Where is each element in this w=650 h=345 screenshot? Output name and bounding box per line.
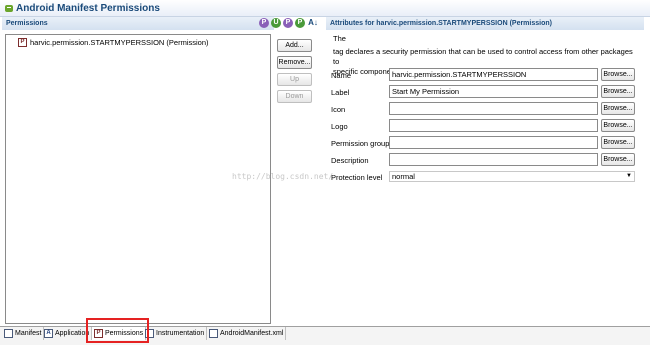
tab-instrumentation[interactable]: Instrumentation bbox=[143, 327, 208, 340]
logo-browse-button[interactable]: Browse... bbox=[601, 119, 635, 132]
remove-button[interactable]: Remove... bbox=[277, 56, 312, 69]
tab-application[interactable]: A Application bbox=[42, 327, 93, 340]
label-label: Label bbox=[331, 88, 350, 97]
tree-item[interactable]: P harvic.permission.STARTMYPERSSION (Per… bbox=[18, 38, 209, 47]
tab-label: Application bbox=[55, 330, 90, 337]
permission-icon: P bbox=[18, 38, 27, 47]
attributes-section-header: Attributes for harvic.permission.STARTMY… bbox=[326, 17, 644, 30]
icon-field[interactable] bbox=[389, 102, 598, 115]
watermark: http://blog.csdn.net/ bbox=[232, 172, 334, 181]
name-browse-button[interactable]: Browse... bbox=[601, 68, 635, 81]
name-field[interactable]: harvic.permission.STARTMYPERSSION bbox=[389, 68, 598, 81]
permission-group-label: Permission group bbox=[331, 139, 390, 148]
label-field[interactable]: Start My Permission bbox=[389, 85, 598, 98]
description-label: Description bbox=[331, 156, 369, 165]
permissions-section-title: Permissions bbox=[6, 20, 48, 27]
manifest-icon bbox=[4, 329, 13, 338]
description-line-1: The bbox=[333, 34, 346, 43]
sort-alphabetical-icon[interactable]: A↓ bbox=[307, 18, 319, 28]
protection-level-value: normal bbox=[392, 172, 415, 181]
xml-file-icon bbox=[209, 329, 218, 338]
filter-uses-permission-icon[interactable]: U bbox=[271, 18, 281, 28]
editor-header: Android Manifest Permissions bbox=[0, 0, 650, 17]
highlight-box bbox=[86, 318, 149, 343]
logo-field[interactable] bbox=[389, 119, 598, 132]
filter-permission-tree-icon[interactable]: P bbox=[295, 18, 305, 28]
logo-label: Logo bbox=[331, 122, 348, 131]
filter-permission-icon[interactable]: P bbox=[259, 18, 269, 28]
icon-label: Icon bbox=[331, 105, 346, 114]
add-button[interactable]: Add... bbox=[277, 39, 312, 52]
tab-label: Manifest bbox=[15, 330, 42, 337]
description-browse-button[interactable]: Browse... bbox=[601, 153, 635, 166]
down-button[interactable]: Down bbox=[277, 90, 312, 103]
tab-label: AndroidManifest.xml bbox=[220, 330, 284, 337]
filter-toolbar: P U P P A↓ bbox=[259, 18, 319, 28]
protection-level-select[interactable]: normal ▼ bbox=[389, 171, 635, 182]
chevron-down-icon: ▼ bbox=[626, 173, 632, 179]
protection-level-label: Protection level bbox=[331, 173, 383, 182]
label-browse-button[interactable]: Browse... bbox=[601, 85, 635, 98]
description-field[interactable] bbox=[389, 153, 598, 166]
permission-group-field[interactable] bbox=[389, 136, 598, 149]
application-icon: A bbox=[44, 329, 53, 338]
description-line-2: tag declares a security permission that … bbox=[333, 47, 633, 66]
page-title: Android Manifest Permissions bbox=[16, 3, 160, 14]
attributes-section-title: Attributes for harvic.permission.STARTMY… bbox=[330, 20, 552, 27]
up-button[interactable]: Up bbox=[277, 73, 312, 86]
tree-item-label: harvic.permission.STARTMYPERSSION (Permi… bbox=[30, 38, 209, 47]
tab-manifest[interactable]: Manifest bbox=[2, 327, 45, 340]
tab-label: Instrumentation bbox=[156, 330, 205, 337]
permissions-section-header: Permissions bbox=[2, 17, 274, 30]
name-label: Name bbox=[331, 71, 352, 80]
android-icon bbox=[5, 5, 13, 12]
icon-browse-button[interactable]: Browse... bbox=[601, 102, 635, 115]
tab-android-manifest-xml[interactable]: AndroidManifest.xml bbox=[207, 327, 287, 340]
permission-group-browse-button[interactable]: Browse... bbox=[601, 136, 635, 149]
filter-permission-group-icon[interactable]: P bbox=[283, 18, 293, 28]
